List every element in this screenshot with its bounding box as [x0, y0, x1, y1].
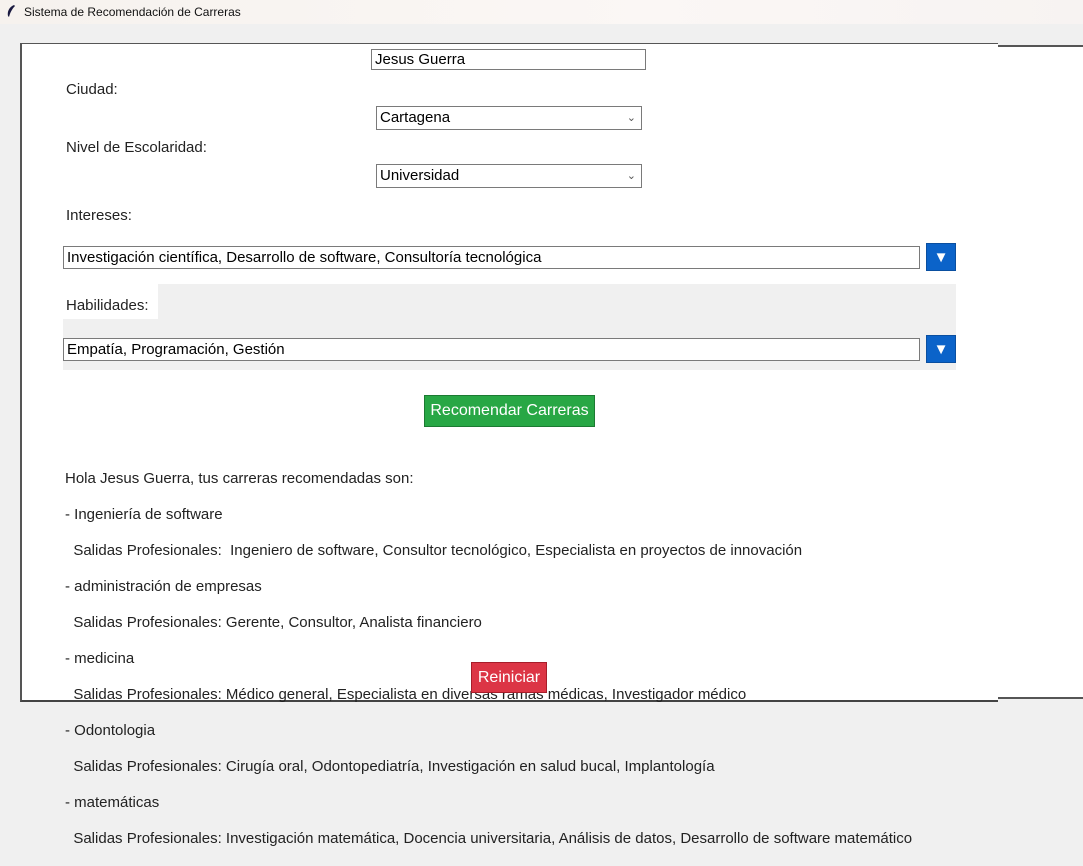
- results-text: Hola Jesus Guerra, tus carreras recomend…: [65, 452, 912, 866]
- results-greeting: Hola Jesus Guerra, tus carreras recomend…: [65, 470, 414, 487]
- school-level-label: Nivel de Escolaridad:: [66, 139, 207, 156]
- skills-field[interactable]: Empatía, Programación, Gestión: [63, 338, 920, 361]
- interests-label: Intereses:: [66, 207, 132, 224]
- career-outlets: Salidas Profesionales: Cirugía oral, Odo…: [65, 758, 715, 775]
- name-input[interactable]: Jesus Guerra: [371, 49, 646, 70]
- career-outlets: Salidas Profesionales: Ingeniero de soft…: [65, 542, 803, 559]
- career-name: - matemáticas: [65, 794, 160, 811]
- skills-dropdown-button[interactable]: ▼: [926, 335, 956, 363]
- career-outlets: Salidas Profesionales: Investigación mat…: [65, 830, 913, 847]
- chevron-down-icon: ⌄: [626, 170, 636, 182]
- school-level-select[interactable]: Universidad ⌄: [376, 164, 642, 188]
- chevron-down-icon: ⌄: [626, 112, 636, 124]
- feather-icon: [7, 5, 15, 17]
- divider: [996, 45, 1083, 47]
- career-name: - Ingeniería de software: [65, 506, 223, 523]
- career-outlets: Salidas Profesionales: Gerente, Consulto…: [65, 614, 482, 631]
- city-label: Ciudad:: [66, 81, 118, 98]
- right-background: [996, 47, 1083, 697]
- recommend-careers-button[interactable]: Recomendar Carreras: [424, 395, 595, 427]
- interests-dropdown-button[interactable]: ▼: [926, 243, 956, 271]
- reset-button[interactable]: Reiniciar: [471, 662, 547, 693]
- career-name: - administración de empresas: [65, 578, 262, 595]
- window-title: Sistema de Recomendación de Carreras: [24, 5, 241, 19]
- divider: [996, 697, 1083, 699]
- city-select[interactable]: Cartagena ⌄: [376, 106, 642, 130]
- interests-field[interactable]: Investigación científica, Desarrollo de …: [63, 246, 920, 269]
- school-level-select-value: Universidad: [380, 167, 460, 184]
- title-bar: Sistema de Recomendación de Carreras: [0, 0, 1083, 24]
- city-select-value: Cartagena: [380, 109, 451, 126]
- career-name: - Odontologia: [65, 722, 156, 739]
- skills-label: Habilidades:: [66, 297, 149, 314]
